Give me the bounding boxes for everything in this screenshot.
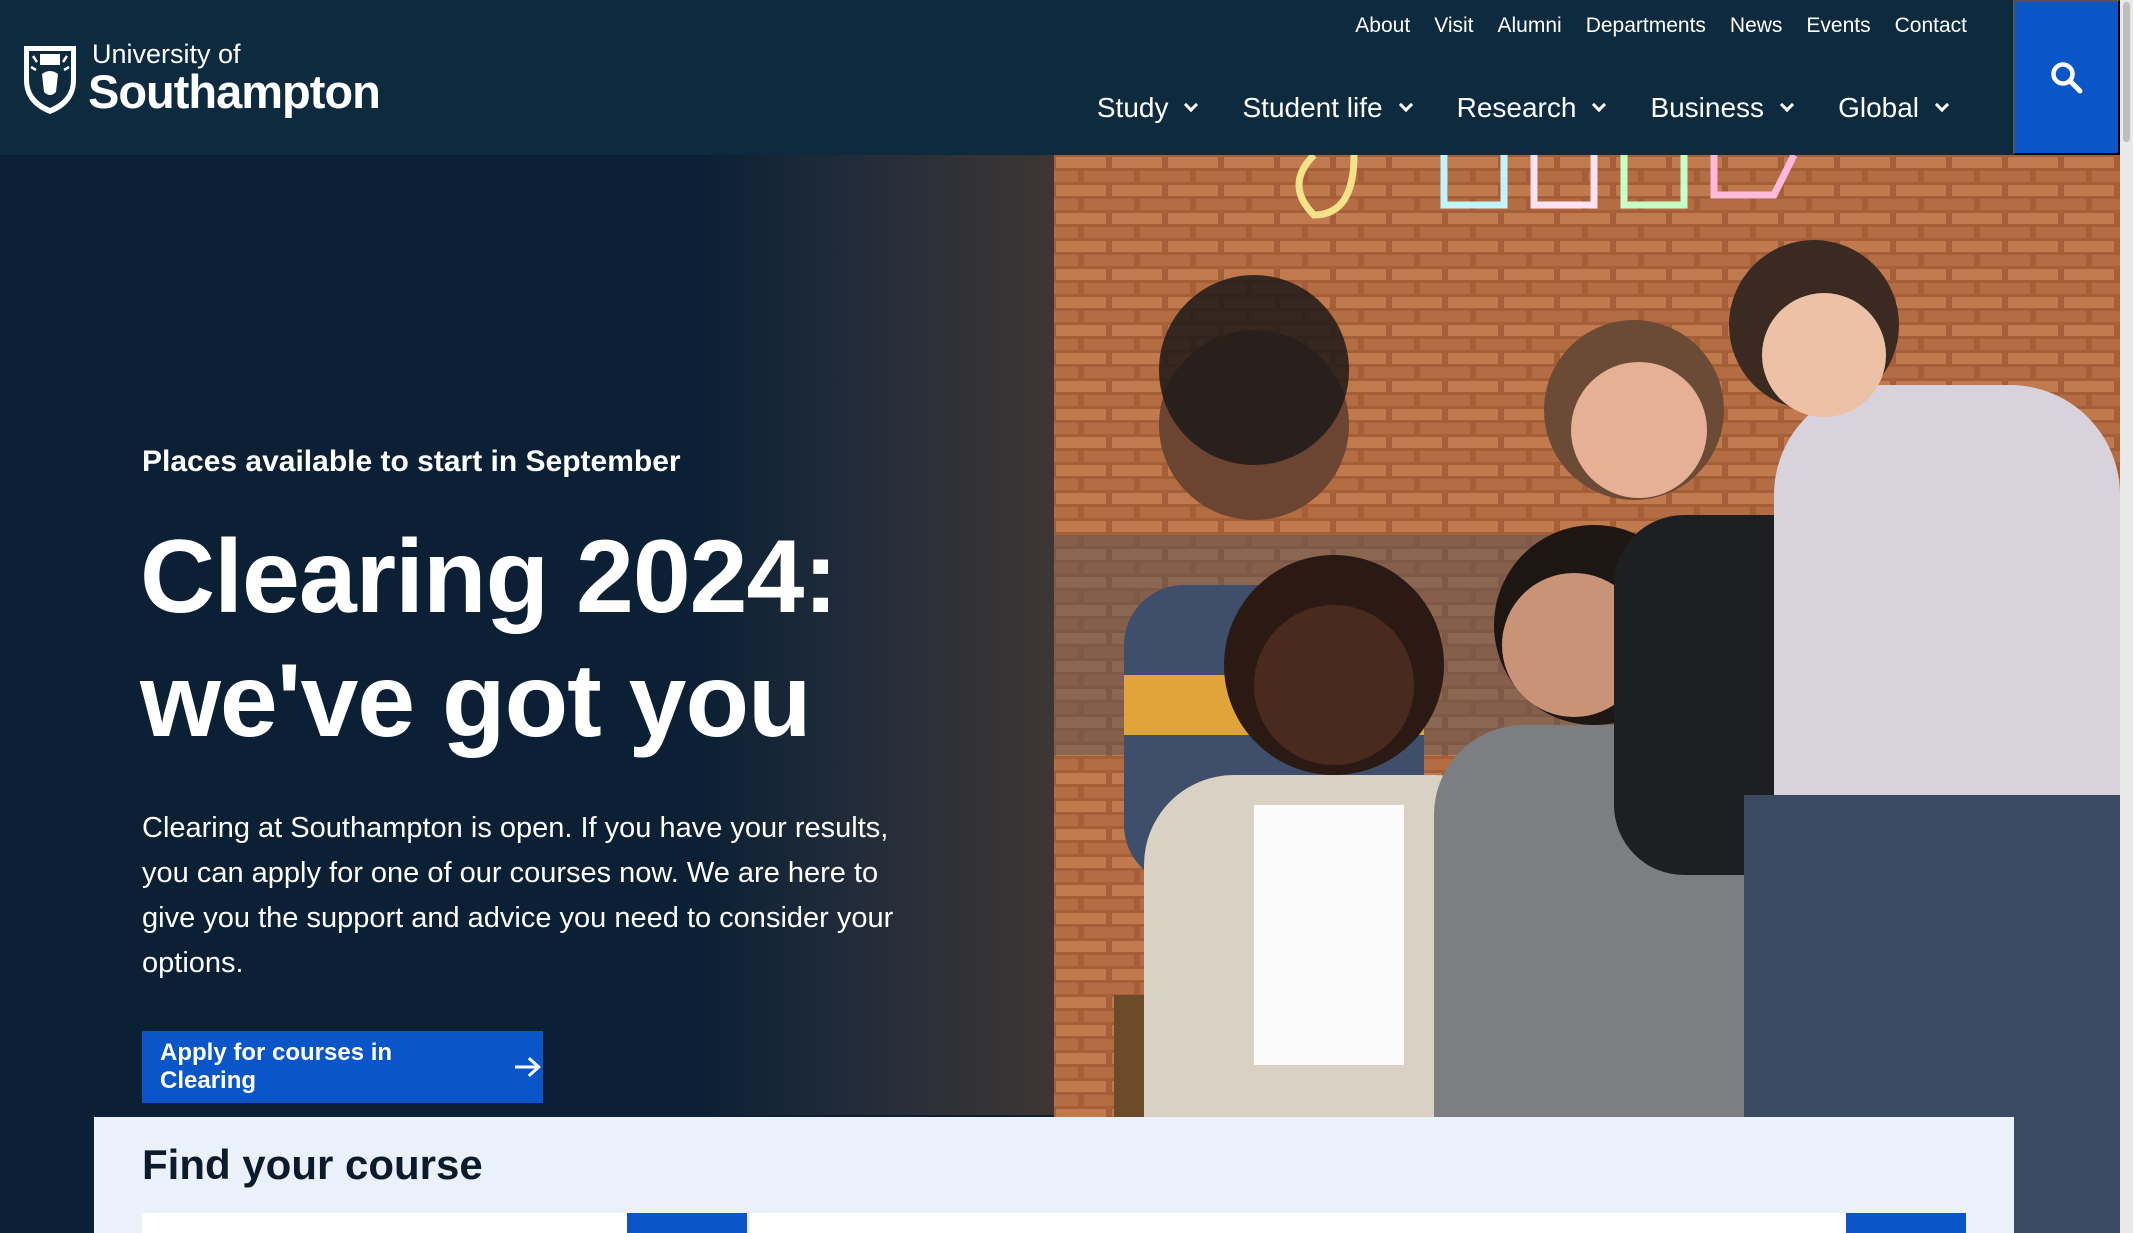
nav-label: Global [1838,92,1919,123]
nav-item-study[interactable]: Study [1096,92,1199,124]
page: University of Southampton About Visit Al… [0,0,2133,1233]
utility-link-about[interactable]: About [1355,14,1410,38]
scrollbar-thumb[interactable] [2123,2,2130,142]
utility-link-news[interactable]: News [1730,14,1783,38]
utility-link-events[interactable]: Events [1806,14,1870,38]
nav-label: Student life [1242,92,1383,123]
nav-item-business[interactable]: Business [1650,92,1795,124]
nav-item-global[interactable]: Global [1838,92,1950,124]
utility-nav: About Visit Alumni Departments News Even… [1355,14,1967,38]
search-button[interactable] [2013,0,2120,155]
main-nav: Study Student life Research Business Glo… [1096,92,1950,124]
hero-title-line-2: we've got you [140,643,812,759]
arrow-right-icon [515,1056,542,1078]
logo-line-2: Southampton [88,65,381,118]
hero-section: Places available to start in September C… [0,155,2120,1233]
study-level-input[interactable] [750,1213,1846,1233]
nav-item-research[interactable]: Research [1456,92,1607,124]
page-scrollbar[interactable] [2120,0,2133,1233]
hero-kicker: Places available to start in September [142,445,681,478]
chevron-down-icon [1592,97,1607,113]
utility-link-alumni[interactable]: Alumni [1497,14,1561,38]
find-course-panel: Find your course [94,1117,2014,1233]
logo-line-1: University of [92,39,241,69]
university-logo[interactable]: University of Southampton [20,38,381,118]
site-header: University of Southampton About Visit Al… [0,0,2013,155]
nav-label: Business [1650,92,1765,123]
nav-item-student-life[interactable]: Student life [1242,92,1413,124]
crest-logo-icon [24,46,76,114]
chevron-down-icon [1934,97,1950,113]
cta-label: Apply for courses in Clearing [160,1039,393,1094]
hero-title: Clearing 2024: we've got you [140,515,940,763]
course-search-input[interactable] [142,1213,628,1233]
nav-label: Research [1456,92,1577,123]
apply-clearing-button[interactable]: Apply for courses in Clearing [142,1031,543,1103]
utility-link-departments[interactable]: Departments [1586,14,1706,38]
chevron-down-icon [1398,97,1413,113]
search-icon [2050,61,2082,93]
nav-label: Study [1096,92,1169,123]
utility-link-contact[interactable]: Contact [1895,14,1967,38]
find-course-button[interactable] [1846,1213,1966,1233]
utility-link-visit[interactable]: Visit [1434,14,1473,38]
hero-description: Clearing at Southampton is open. If you … [142,812,894,979]
course-search-button[interactable] [627,1213,747,1233]
hero-title-line-1: Clearing 2024: [140,519,838,635]
chevron-down-icon [1779,97,1795,113]
find-course-title: Find your course [142,1141,483,1188]
chevron-down-icon [1184,97,1199,113]
hero-students-photo [1054,155,2120,1233]
